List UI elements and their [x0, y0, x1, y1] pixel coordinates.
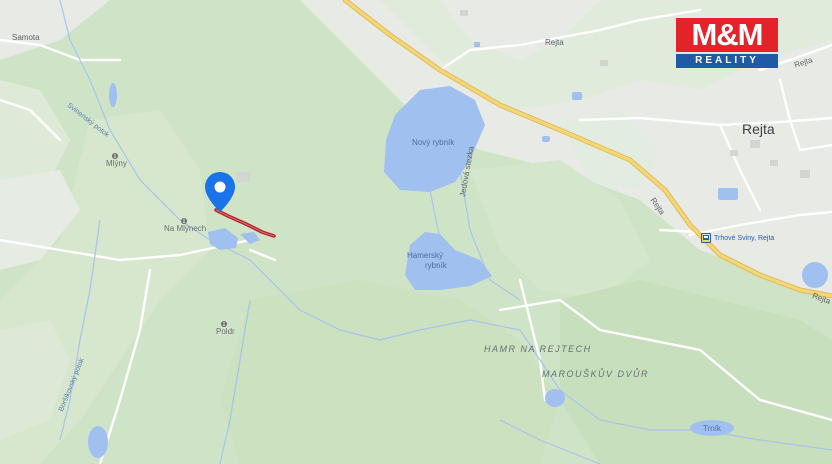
- label-marouskuv-dvur: MAROUŠKŮV DVŮR: [542, 369, 650, 379]
- label-rejta-road-top: Rejta: [545, 38, 564, 47]
- poi-poldr-label: Poldr: [216, 327, 235, 336]
- location-pin-icon: [205, 172, 235, 212]
- map-canvas[interactable]: [0, 0, 832, 464]
- pond-small-2: [542, 136, 550, 142]
- label-hamr-na-rejtech: HAMR NA REJTECH: [484, 344, 592, 354]
- bus-stop-label: Trhové Sviny, Rejta: [714, 234, 775, 242]
- label-rejta-town: Rejta: [742, 121, 775, 137]
- poi-na-mlynech-label: Na Mlýnech: [164, 224, 207, 233]
- label-hamersky-rybnik-2: rybník: [425, 261, 447, 270]
- info-marker-icon: [221, 320, 228, 327]
- bus-stop-icon: [701, 233, 711, 243]
- label-novy-rybnik: Nový rybník: [412, 138, 455, 147]
- pond-small-1: [572, 92, 582, 100]
- label-trnik: Trník: [703, 424, 721, 433]
- poi-mlyny-label: Mlýny: [106, 159, 127, 168]
- poi-poldr[interactable]: Poldr: [216, 318, 235, 336]
- info-marker-icon: [112, 152, 119, 159]
- logo-tagline: REALITY: [676, 54, 778, 68]
- logo-mark: M&M: [676, 18, 778, 52]
- mm-reality-logo: M&M REALITY: [676, 18, 778, 68]
- poi-na-mlynech[interactable]: Na Mlýnech: [164, 215, 206, 233]
- label-hamersky-rybnik-1: Hamerský: [407, 251, 444, 260]
- pond-small-3: [474, 42, 480, 47]
- bus-stop-trhove-sviny-rejta[interactable]: Trhové Sviny, Rejta: [701, 233, 774, 243]
- info-marker-icon: [181, 217, 188, 224]
- pond-mlyny-north: [109, 83, 117, 107]
- location-pin[interactable]: [204, 172, 236, 219]
- pond-town: [718, 188, 738, 200]
- pond-right: [802, 262, 828, 288]
- map-view[interactable]: Samota Rejta Rejta Rejta Rejta Rejta Svi…: [0, 0, 832, 464]
- pond-west: [88, 426, 108, 458]
- poi-mlyny[interactable]: Mlýny: [106, 150, 127, 168]
- label-samota: Samota: [12, 33, 40, 42]
- pond-south-center: [545, 389, 565, 407]
